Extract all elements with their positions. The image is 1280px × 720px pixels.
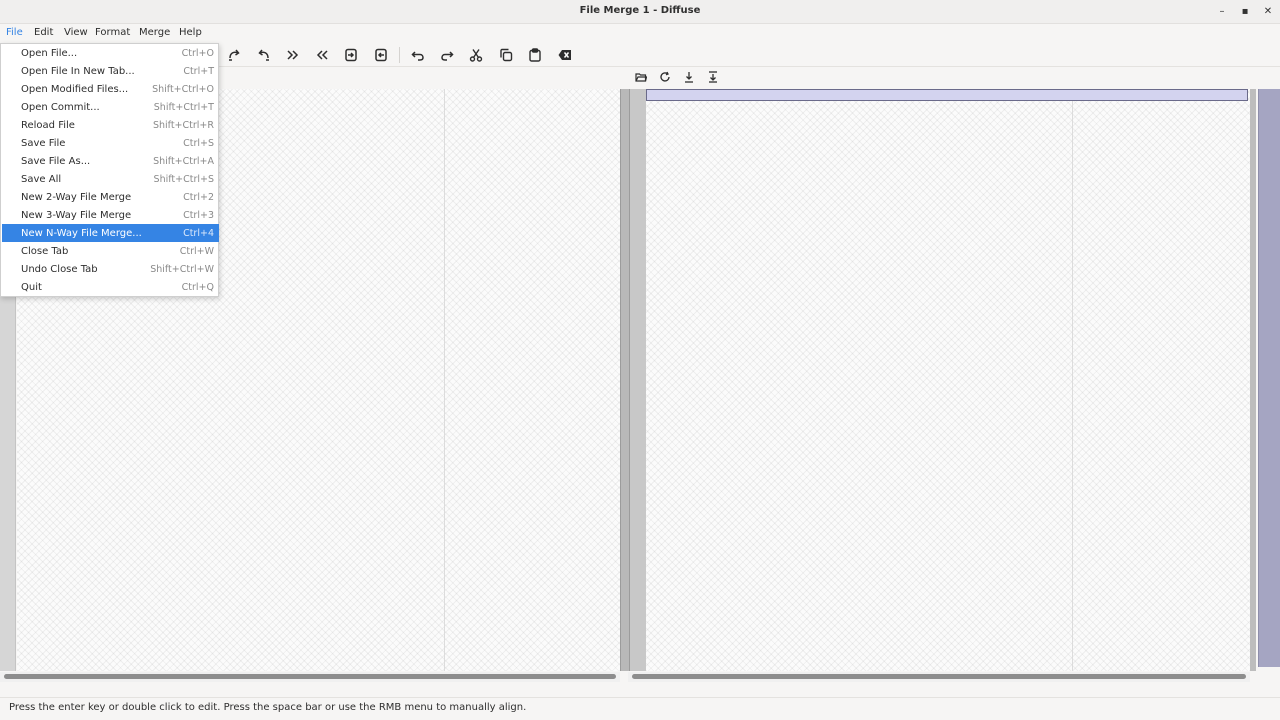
menu-item-shortcut: Shift+Ctrl+S: [153, 173, 214, 185]
menu-item-shortcut: Ctrl+O: [181, 47, 214, 59]
cut-icon[interactable]: [465, 45, 487, 65]
right-margin-line: [1072, 89, 1073, 671]
menu-item-label: Open Commit...: [21, 101, 100, 113]
menu-item-label: Open File In New Tab...: [21, 65, 135, 77]
menu-item-shortcut: Ctrl+4: [183, 227, 214, 239]
menu-file[interactable]: File: [6, 27, 23, 38]
menu-item-label: Close Tab: [21, 245, 69, 257]
scrollbar-thumb[interactable]: [4, 674, 616, 679]
menu-item-quit[interactable]: Quit Ctrl+Q: [2, 278, 219, 296]
right-margin-line: [444, 89, 445, 671]
menu-item-shortcut: Ctrl+2: [183, 191, 214, 203]
menu-item-shortcut: Shift+Ctrl+A: [153, 155, 214, 167]
redo-icon[interactable]: [436, 45, 458, 65]
menu-item-reload-file[interactable]: Reload File Shift+Ctrl+R: [2, 116, 219, 134]
menu-item-undo-close-tab[interactable]: Undo Close Tab Shift+Ctrl+W: [2, 260, 219, 278]
menu-bar: File Edit View Format Merge Help: [0, 24, 1280, 44]
status-bar: Press the enter key or double click to e…: [0, 697, 1280, 720]
pane-toolbar: [629, 67, 725, 87]
status-message: Press the enter key or double click to e…: [9, 702, 527, 713]
right-horizontal-scrollbar[interactable]: [628, 672, 1250, 682]
menu-item-shortcut: Ctrl+T: [183, 65, 214, 77]
menu-item-shortcut: Ctrl+Q: [181, 281, 214, 293]
overview-map[interactable]: [1258, 89, 1280, 667]
right-pane-edge: [1250, 89, 1256, 671]
merge-right-then-left-icon[interactable]: [370, 45, 392, 65]
menu-item-shortcut: Shift+Ctrl+R: [152, 119, 214, 131]
menu-item-open-modified-files[interactable]: Open Modified Files... Shift+Ctrl+O: [2, 80, 219, 98]
right-pane-gutter: [630, 89, 646, 671]
menu-item-open-commit[interactable]: Open Commit... Shift+Ctrl+T: [2, 98, 219, 116]
menu-item-save-all[interactable]: Save All Shift+Ctrl+S: [2, 170, 219, 188]
window-title: File Merge 1 - Diffuse: [579, 5, 701, 16]
open-file-icon[interactable]: [629, 67, 653, 87]
menu-item-shortcut: Ctrl+W: [179, 245, 214, 257]
menu-item-label: Save File: [21, 137, 66, 149]
menu-item-open-file[interactable]: Open File... Ctrl+O: [2, 44, 219, 62]
left-horizontal-scrollbar[interactable]: [0, 672, 620, 682]
scrollbar-thumb[interactable]: [632, 674, 1246, 679]
menu-item-open-file-new-tab[interactable]: Open File In New Tab... Ctrl+T: [2, 62, 219, 80]
undo-icon[interactable]: [407, 45, 429, 65]
close-button[interactable]: ✕: [1260, 4, 1276, 20]
copy-icon[interactable]: [495, 45, 517, 65]
menu-item-label: Open File...: [21, 47, 78, 59]
menu-item-shortcut: Shift+Ctrl+W: [150, 263, 214, 275]
minimize-button[interactable]: –: [1214, 4, 1230, 20]
realign-icon[interactable]: [223, 45, 245, 65]
right-text-pane[interactable]: [646, 89, 1250, 671]
current-line-highlight: [646, 89, 1248, 101]
menu-help[interactable]: Help: [179, 27, 202, 38]
menu-item-label: Reload File: [21, 119, 75, 131]
merge-from-left-icon[interactable]: [282, 45, 304, 65]
menu-item-shortcut: Ctrl+S: [183, 137, 214, 149]
menu-item-save-file-as[interactable]: Save File As... Shift+Ctrl+A: [2, 152, 219, 170]
menu-item-label: New 2-Way File Merge: [21, 191, 132, 203]
pane-divider[interactable]: [620, 89, 630, 671]
menu-item-label: Quit: [21, 281, 42, 293]
menu-merge[interactable]: Merge: [139, 27, 170, 38]
menu-item-label: New 3-Way File Merge: [21, 209, 132, 221]
clear-edits-icon[interactable]: [554, 45, 576, 65]
merge-from-right-icon[interactable]: [311, 45, 333, 65]
save-as-icon[interactable]: [701, 67, 725, 87]
isolate-icon[interactable]: [253, 45, 275, 65]
save-icon[interactable]: [677, 67, 701, 87]
menu-edit[interactable]: Edit: [34, 27, 53, 38]
menu-item-shortcut: Ctrl+3: [183, 209, 214, 221]
menu-item-label: Open Modified Files...: [21, 83, 129, 95]
title-bar: File Merge 1 - Diffuse – ▪ ✕: [0, 0, 1280, 24]
menu-item-shortcut: Shift+Ctrl+T: [153, 101, 214, 113]
menu-item-new-2-way-merge[interactable]: New 2-Way File Merge Ctrl+2: [2, 188, 219, 206]
menu-item-close-tab[interactable]: Close Tab Ctrl+W: [2, 242, 219, 260]
menu-view[interactable]: View: [64, 27, 88, 38]
file-menu-dropdown: Open File... Ctrl+O Open File In New Tab.…: [0, 43, 219, 297]
paste-icon[interactable]: [524, 45, 546, 65]
reload-icon[interactable]: [653, 67, 677, 87]
menu-item-label: Save File As...: [21, 155, 91, 167]
toolbar-separator: [399, 47, 400, 63]
menu-item-label: Save All: [21, 173, 62, 185]
menu-format[interactable]: Format: [95, 27, 130, 38]
menu-item-new-n-way-merge[interactable]: New N-Way File Merge... Ctrl+4: [2, 224, 219, 242]
menu-item-label: Undo Close Tab: [21, 263, 98, 275]
menu-item-save-file[interactable]: Save File Ctrl+S: [2, 134, 219, 152]
menu-item-label: New N-Way File Merge...: [21, 227, 142, 239]
menu-item-new-3-way-merge[interactable]: New 3-Way File Merge Ctrl+3: [2, 206, 219, 224]
merge-left-then-right-icon[interactable]: [340, 45, 362, 65]
menu-item-shortcut: Shift+Ctrl+O: [152, 83, 214, 95]
maximize-button[interactable]: ▪: [1237, 4, 1253, 20]
